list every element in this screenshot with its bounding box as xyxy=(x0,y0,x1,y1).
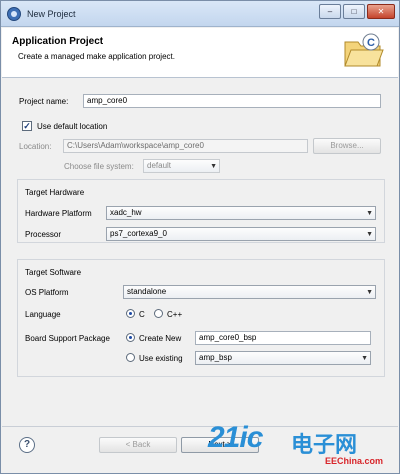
processor-label: Processor xyxy=(25,230,62,239)
use-existing-select[interactable]: amp_bsp ▼ xyxy=(195,351,371,365)
os-platform-value: standalone xyxy=(127,287,167,296)
os-platform-label: OS Platform xyxy=(25,288,69,297)
chevron-down-icon: ▼ xyxy=(366,231,373,238)
banner-description: Create a managed make application projec… xyxy=(18,52,175,61)
watermark-cn: 电子网 xyxy=(291,432,358,457)
create-new-label: Create New xyxy=(139,334,182,343)
use-existing-radio[interactable] xyxy=(126,353,135,362)
use-existing-value: amp_bsp xyxy=(199,353,232,362)
target-hardware-heading: Target Hardware xyxy=(25,188,85,197)
chevron-down-icon: ▼ xyxy=(210,163,217,170)
title-bar: New Project – □ ✕ xyxy=(1,1,399,27)
window-title: New Project xyxy=(27,9,76,19)
hardware-platform-label: Hardware Platform xyxy=(25,209,92,218)
processor-value: ps7_cortexa9_0 xyxy=(110,229,167,238)
processor-select[interactable]: ps7_cortexa9_0 ▼ xyxy=(106,227,376,241)
eclipse-icon xyxy=(7,7,21,21)
create-new-radio[interactable] xyxy=(126,333,135,342)
language-c-radio[interactable] xyxy=(126,309,135,318)
minimize-button[interactable]: – xyxy=(319,4,341,19)
watermark-site: EEChina.com xyxy=(325,456,384,466)
wizard-banner: Application Project Create a managed mak… xyxy=(2,28,398,78)
chevron-down-icon: ▼ xyxy=(361,355,368,362)
new-project-dialog: New Project – □ ✕ Application Project Cr… xyxy=(0,0,400,474)
bsp-label: Board Support Package xyxy=(25,334,110,343)
help-icon[interactable]: ? xyxy=(19,437,35,453)
language-c-label: C xyxy=(139,310,145,319)
project-name-input[interactable]: amp_core0 xyxy=(83,94,381,108)
language-label: Language xyxy=(25,310,61,319)
hardware-platform-select[interactable]: xadc_hw ▼ xyxy=(106,206,376,220)
hardware-platform-value: xadc_hw xyxy=(110,208,142,217)
file-system-value: default xyxy=(147,161,172,170)
use-default-location-label: Use default location xyxy=(37,122,108,131)
browse-button[interactable]: Browse... xyxy=(313,138,381,154)
close-button[interactable]: ✕ xyxy=(367,4,395,19)
chevron-down-icon: ▼ xyxy=(366,210,373,217)
svg-text:C: C xyxy=(367,37,375,49)
watermark-logo: 21ic xyxy=(208,421,263,454)
target-software-heading: Target Software xyxy=(25,268,82,277)
folder-c-icon: C xyxy=(344,33,384,67)
os-platform-select[interactable]: standalone ▼ xyxy=(123,285,376,299)
maximize-button[interactable]: □ xyxy=(343,4,365,19)
back-button[interactable]: < Back xyxy=(99,437,177,453)
chevron-down-icon: ▼ xyxy=(366,289,373,296)
file-system-select[interactable]: default ▼ xyxy=(143,159,220,173)
project-name-label: Project name: xyxy=(19,97,69,106)
language-cpp-radio[interactable] xyxy=(154,309,163,318)
create-new-input[interactable]: amp_core0_bsp xyxy=(195,331,371,345)
location-input[interactable]: C:\Users\Adam\workspace\amp_core0 xyxy=(63,139,308,153)
language-cpp-label: C++ xyxy=(167,310,183,319)
location-label: Location: xyxy=(19,142,52,151)
file-system-label: Choose file system: xyxy=(64,162,134,171)
banner-title: Application Project xyxy=(12,36,104,47)
use-existing-label: Use existing xyxy=(139,354,183,363)
use-default-location-checkbox[interactable]: ✓ xyxy=(22,121,32,131)
